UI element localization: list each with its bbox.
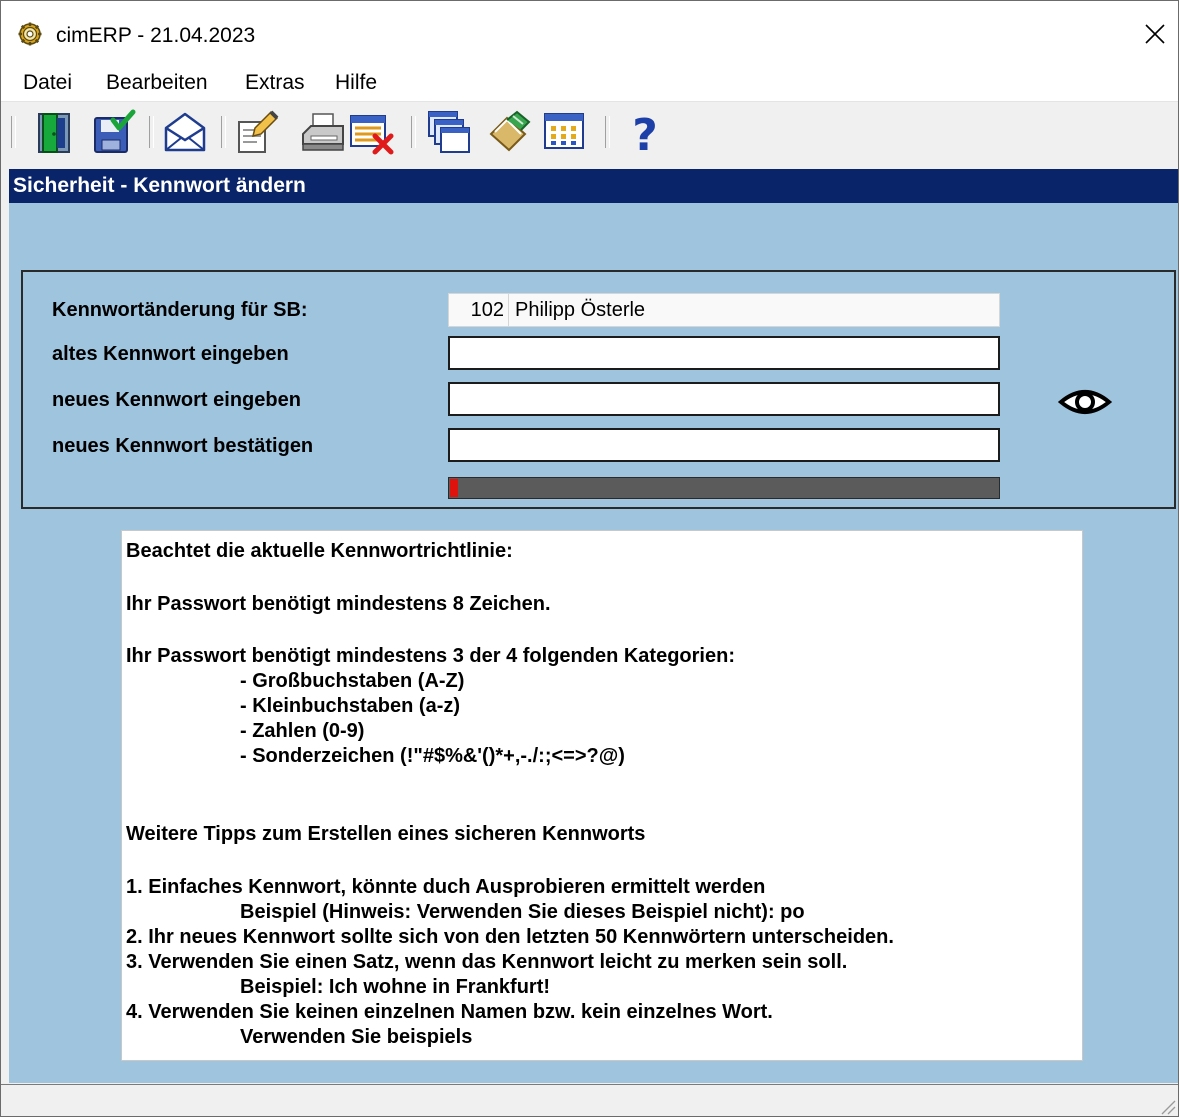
user-number: 102 — [449, 294, 509, 326]
old-password-label: altes Kennwort eingeben — [52, 343, 289, 365]
menu-hilfe[interactable]: Hilfe — [335, 69, 377, 97]
new-password-label: neues Kennwort eingeben — [52, 389, 301, 411]
delete-record-icon[interactable] — [347, 108, 395, 156]
show-password-eye-icon[interactable] — [1058, 384, 1112, 420]
user-label: Kennwortänderung für SB: — [52, 299, 308, 321]
confirm-password-input[interactable] — [448, 428, 1000, 462]
resize-grip-icon[interactable] — [1156, 1095, 1176, 1115]
tip-example: Beispiel: Ich wohne in Frankfurt! — [240, 976, 551, 998]
policy-heading: Beachtet die aktuelle Kennwortrichtlinie… — [126, 540, 513, 562]
password-form: Kennwortänderung für SB: 102 Philipp Öst… — [21, 270, 1176, 509]
gear-app-icon — [18, 22, 42, 46]
policy-categories: Ihr Passwort benötigt mindestens 3 der 4… — [126, 645, 735, 667]
menu-extras[interactable]: Extras — [245, 69, 305, 97]
close-button[interactable] — [1132, 11, 1178, 57]
policy-category-item: - Sonderzeichen (!"#$%&'()*+,-./:;<=>?@) — [240, 745, 625, 767]
policy-category-item: - Kleinbuchstaben (a-z) — [240, 695, 461, 717]
policy-category-item: - Großbuchstaben (A-Z) — [240, 670, 465, 692]
content-area: Sicherheit - Kennwort ändern Kennwortänd… — [9, 169, 1178, 1083]
menu-bearbeiten[interactable]: Bearbeiten — [106, 69, 208, 97]
title-bar: cimERP - 21.04.2023 — [1, 1, 1178, 65]
section-title: Sicherheit - Kennwort ändern — [13, 174, 306, 197]
old-password-input[interactable] — [448, 336, 1000, 370]
user-field: 102 Philipp Österle — [448, 293, 1000, 327]
menu-bar: Datei Bearbeiten Extras Hilfe — [1, 65, 1178, 101]
print-icon[interactable] — [299, 108, 347, 156]
user-name: Philipp Österle — [515, 299, 646, 321]
window-title: cimERP - 21.04.2023 — [56, 24, 256, 47]
calendar-grid-icon[interactable] — [541, 108, 589, 156]
status-bar — [1, 1084, 1178, 1116]
toolbar: ? — [1, 101, 1178, 162]
svg-text:?: ? — [632, 110, 658, 156]
toolbar-separator — [221, 116, 226, 148]
toolbar-grip — [11, 116, 16, 148]
save-icon[interactable] — [89, 108, 137, 156]
toolbar-separator — [411, 116, 416, 148]
tip-example: Verwenden Sie beispiels — [240, 1026, 473, 1048]
new-password-input[interactable] — [448, 382, 1000, 416]
tip-item: 1. Einfaches Kennwort, könnte duch Auspr… — [126, 876, 766, 898]
tips-heading: Weitere Tipps zum Erstellen eines sicher… — [126, 823, 646, 845]
tip-item: 2. Ihr neues Kennwort sollte sich von de… — [126, 926, 894, 948]
toolbar-separator — [149, 116, 154, 148]
toolbar-separator — [605, 116, 610, 148]
section-title-bar: Sicherheit - Kennwort ändern — [9, 169, 1178, 203]
tip-item: 4. Verwenden Sie keinen einzelnen Namen … — [126, 1001, 773, 1023]
windows-icon[interactable] — [425, 108, 473, 156]
attachment-icon[interactable] — [485, 108, 533, 156]
password-policy-info: Beachtet die aktuelle Kennwortrichtlinie… — [121, 530, 1083, 1061]
close-icon — [1145, 24, 1165, 44]
policy-min-length: Ihr Passwort benötigt mindestens 8 Zeich… — [126, 593, 551, 615]
menu-datei[interactable]: Datei — [23, 69, 72, 97]
confirm-password-label: neues Kennwort bestätigen — [52, 435, 314, 457]
exit-door-icon[interactable] — [31, 108, 79, 156]
policy-category-item: - Zahlen (0-9) — [240, 720, 365, 742]
password-strength-bar — [448, 477, 1000, 499]
password-strength-fill — [450, 479, 458, 497]
mail-icon[interactable] — [161, 108, 209, 156]
tip-example: Beispiel (Hinweis: Verwenden Sie dieses … — [240, 901, 805, 923]
app-window: cimERP - 21.04.2023 Datei Bearbeiten Ext… — [0, 0, 1179, 1117]
edit-document-icon[interactable] — [233, 108, 281, 156]
help-icon[interactable]: ? — [621, 108, 669, 156]
tip-item: 3. Verwenden Sie einen Satz, wenn das Ke… — [126, 951, 848, 973]
